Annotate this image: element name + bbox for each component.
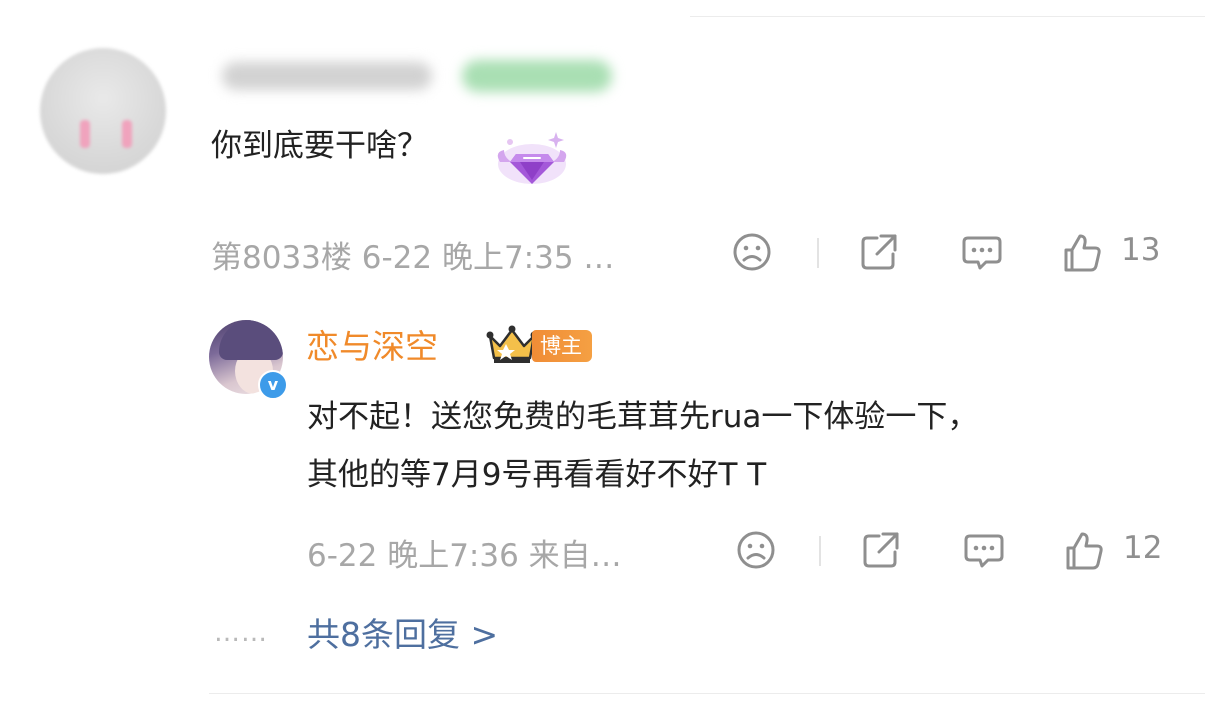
action-separator (819, 536, 821, 566)
crown-icon (486, 325, 538, 363)
divider (209, 693, 1205, 694)
reply-meta: 6-22 晚上7:36 来自… (307, 538, 622, 574)
divider (690, 16, 1205, 17)
comment-like-count: 13 (1121, 232, 1161, 268)
verified-icon: v (258, 370, 288, 400)
comment-thread: 你到底要干啥？ 第8033楼 6-22 晚上7:35 … 13 v 恋与深空 博… (0, 0, 1205, 712)
comment-meta: 第8033楼 6-22 晚上7:35 … (211, 240, 615, 276)
sad-face-icon[interactable] (730, 230, 774, 274)
comment-icon[interactable] (962, 528, 1006, 572)
blogger-badge: 博主 (532, 330, 592, 362)
reply-text-line: 对不起！送您免费的毛茸茸先rua一下体验一下， (307, 399, 979, 435)
action-separator (817, 238, 819, 268)
avatar-decoration (122, 120, 132, 148)
share-icon[interactable] (859, 528, 903, 572)
more-replies-dots: …… (214, 618, 268, 648)
commenter-name-redacted (222, 62, 432, 90)
comment-icon[interactable] (960, 230, 1004, 274)
thumbs-up-icon[interactable] (1062, 528, 1106, 572)
sad-face-icon[interactable] (734, 528, 778, 572)
commenter-badge-redacted (462, 60, 612, 92)
reply-text-line: 其他的等7月9号再看看好不好T T (307, 457, 767, 493)
reply-author-name[interactable]: 恋与深空 (306, 324, 438, 370)
reply-text: 对不起！送您免费的毛茸茸先rua一下体验一下， 其他的等7月9号再看看好不好T … (307, 388, 1167, 504)
share-icon[interactable] (857, 230, 901, 274)
thumbs-up-icon[interactable] (1060, 230, 1104, 274)
diamond-badge-icon (497, 132, 567, 184)
commenter-avatar[interactable] (40, 48, 166, 174)
avatar-hair (219, 320, 283, 360)
avatar-decoration (80, 120, 90, 148)
comment-text: 你到底要干啥？ (211, 128, 428, 164)
reply-like-count: 12 (1123, 530, 1163, 566)
view-all-replies-link[interactable]: 共8条回复 > (307, 612, 498, 658)
